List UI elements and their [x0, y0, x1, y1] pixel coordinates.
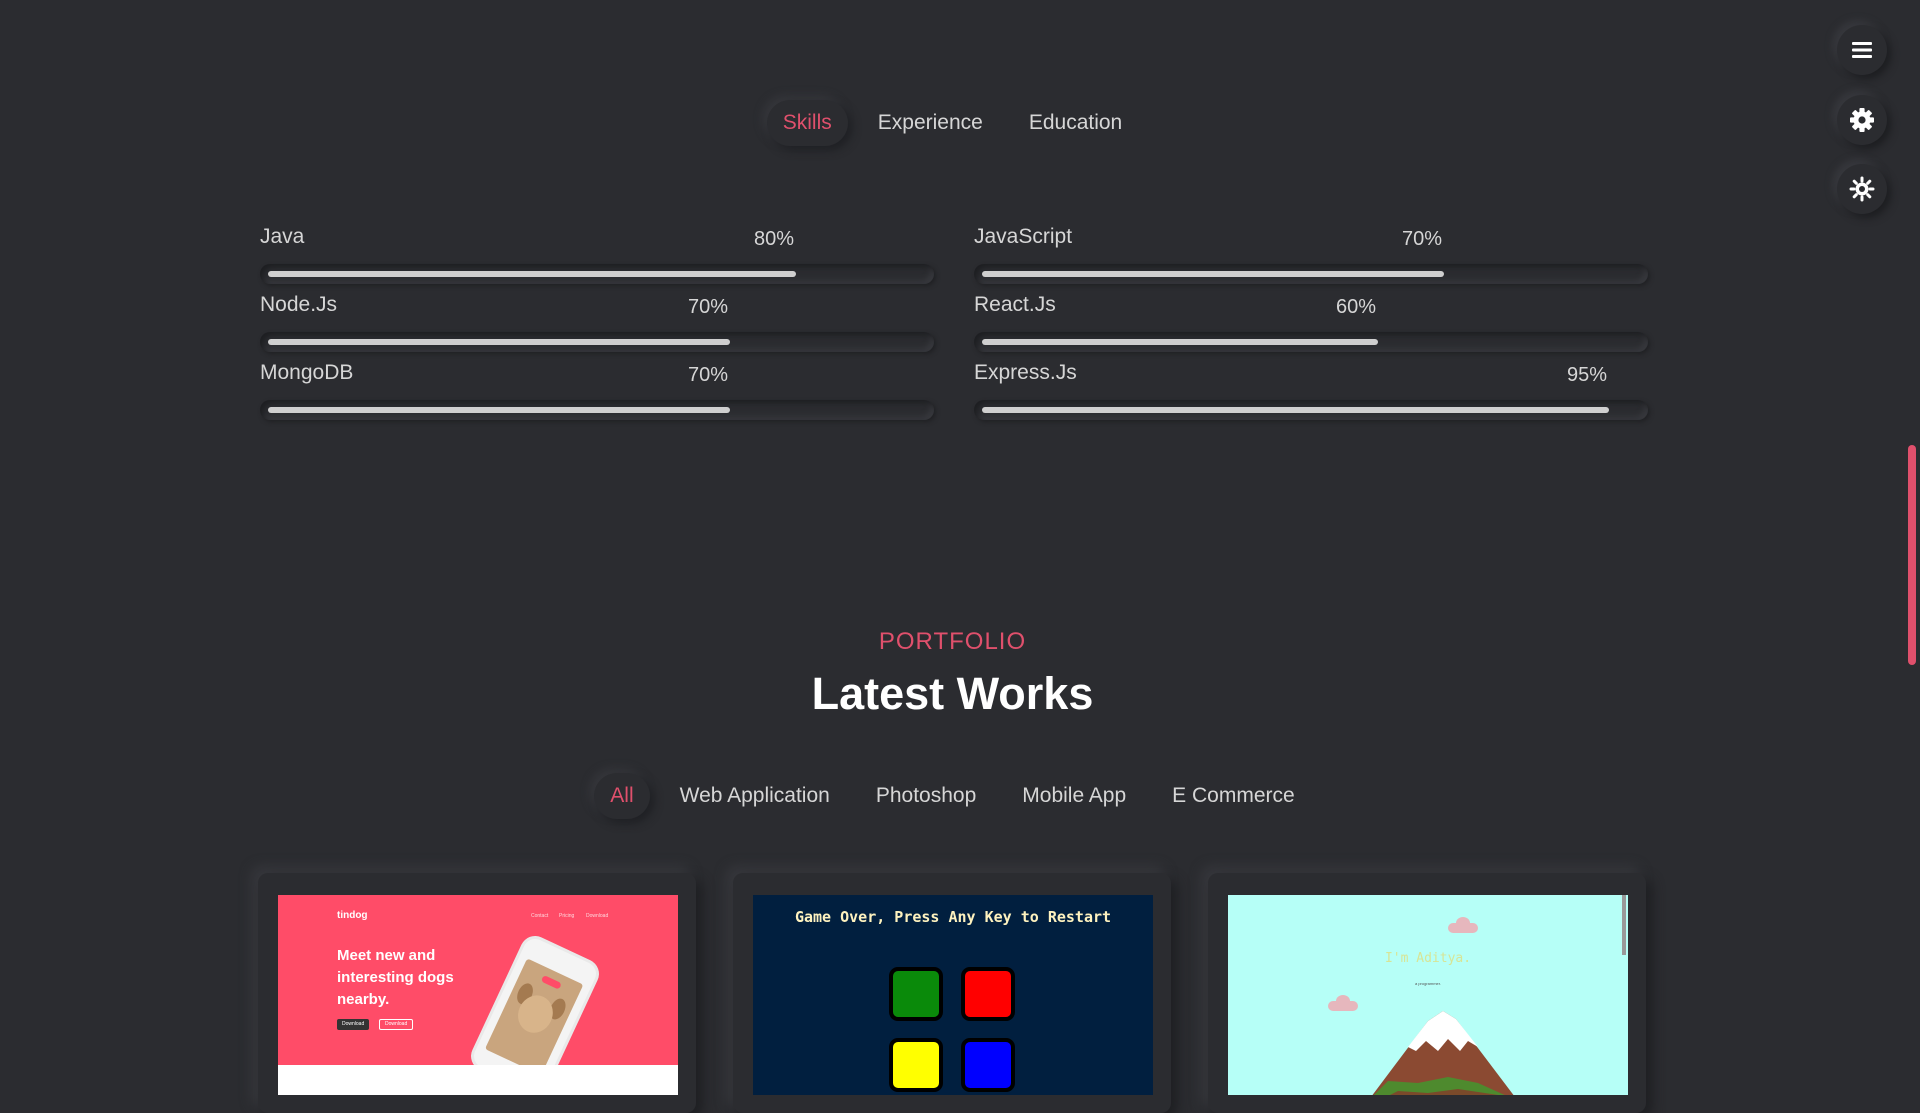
tindog-apple-download: Download	[337, 1019, 370, 1030]
skill-name: MongoDB	[260, 361, 354, 384]
tindog-nav-contact: Contact	[531, 913, 549, 919]
skill-percent: 80%	[753, 228, 794, 250]
skill-progress-fill	[982, 271, 1444, 277]
filter-all[interactable]: All	[594, 773, 649, 819]
skill-progress-fill	[268, 407, 730, 413]
skill-percent: 70%	[1401, 228, 1442, 250]
tindog-brand: tindog	[337, 910, 368, 921]
section-title: Latest Works	[811, 668, 1094, 719]
skill-progress-fill	[268, 339, 730, 345]
skill-progress-fill	[982, 339, 1378, 345]
mountain-image	[1372, 1011, 1514, 1095]
tindog-nav-download: Download	[586, 913, 609, 919]
settings-button[interactable]	[1837, 95, 1887, 145]
skill-percent: 60%	[1335, 296, 1376, 318]
skill-progress-fill	[982, 407, 1609, 413]
skill-row: JavaScript 70%	[972, 220, 1648, 284]
skill-row: Express.Js 95%	[972, 356, 1648, 420]
gear-icon	[1850, 108, 1874, 132]
skill-progress-track	[974, 264, 1648, 284]
skills-list: Java 80% JavaScript 70% Node.Js 70% React.Js 60…	[258, 220, 1648, 420]
aditya-tagline: a programmer.	[1414, 981, 1441, 986]
section-subtitle: PORTFOLIO	[878, 628, 1027, 655]
skill-progress-track	[974, 332, 1648, 352]
skill-name: Express.Js	[974, 361, 1077, 384]
skill-percent: 70%	[687, 296, 728, 318]
skill-row: Node.Js 70%	[258, 288, 934, 352]
skill-row: MongoDB 70%	[258, 356, 934, 420]
skill-progress-track	[260, 332, 934, 352]
skill-percent: 70%	[687, 364, 728, 386]
skill-name: React.Js	[974, 293, 1056, 316]
simon-game-preview: Game Over, Press Any Key to Restart	[753, 895, 1153, 1095]
portfolio-card-aditya[interactable]: I'm Aditya. a programmer.	[1208, 873, 1646, 1113]
filter-web-application[interactable]: Web Application	[664, 773, 846, 819]
filter-photoshop[interactable]: Photoshop	[860, 773, 992, 819]
menu-button[interactable]	[1837, 25, 1887, 75]
portfolio-card-tindog[interactable]: tindog Contact Pricing Download Meet new…	[258, 873, 696, 1113]
tab-education[interactable]: Education	[1013, 100, 1138, 146]
skill-name: JavaScript	[974, 225, 1073, 248]
filter-e-commerce[interactable]: E Commerce	[1156, 773, 1311, 819]
skill-percent: 95%	[1566, 364, 1607, 386]
cloud-image	[1448, 917, 1478, 933]
aditya-greeting: I'm Aditya.	[1384, 951, 1472, 966]
cloud-image	[1328, 995, 1358, 1011]
tindog-nav-pricing: Pricing	[559, 913, 575, 919]
tab-skills[interactable]: Skills	[767, 100, 848, 146]
skill-progress-fill	[268, 271, 796, 277]
filter-mobile-app[interactable]: Mobile App	[1006, 773, 1142, 819]
portfolio-filters: All Web Application Photoshop Mobile App…	[0, 773, 1905, 819]
yellow-pad	[889, 1038, 943, 1092]
sun-icon	[1849, 176, 1875, 202]
skill-progress-track	[260, 400, 934, 420]
hamburger-icon	[1852, 42, 1872, 58]
theme-toggle-button[interactable]	[1837, 164, 1887, 214]
red-pad	[961, 967, 1015, 1021]
skill-progress-track	[260, 264, 934, 284]
tab-experience[interactable]: Experience	[862, 100, 999, 146]
green-pad	[889, 967, 943, 1021]
skill-name: Java	[260, 225, 305, 248]
tindog-play-download: Download	[379, 1019, 414, 1030]
tindog-preview: tindog Contact Pricing Download Meet new…	[278, 895, 678, 1095]
game-over-text: Game Over, Press Any Key to Restart	[794, 908, 1112, 926]
aditya-preview: I'm Aditya. a programmer.	[1228, 895, 1628, 1095]
tindog-headline: Meet new and interesting dogs nearby.	[337, 947, 454, 1008]
skill-row: Java 80%	[258, 220, 934, 284]
blue-pad	[961, 1038, 1015, 1092]
skill-row: React.Js 60%	[972, 288, 1648, 352]
resume-tabs: Skills Experience Education	[0, 100, 1905, 146]
page-scrollbar-thumb[interactable]	[1908, 445, 1916, 665]
skill-progress-track	[974, 400, 1648, 420]
skill-name: Node.Js	[260, 293, 338, 316]
portfolio-card-simon-game[interactable]: Game Over, Press Any Key to Restart	[733, 873, 1171, 1113]
